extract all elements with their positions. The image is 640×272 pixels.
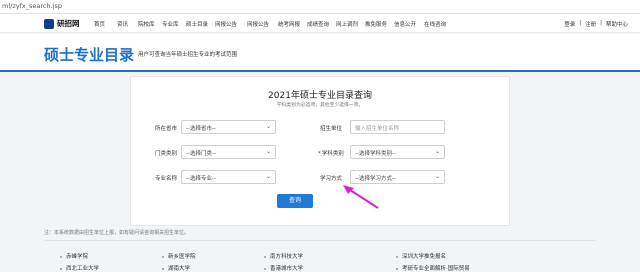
school-name: 南方科技大学 — [270, 254, 304, 260]
top-nav: 研招网 首页 资讯 院校库 专业库 硕士目录 网报公告 网报公告 统考网报 成绩查询 网上调剂 推免… — [0, 14, 640, 33]
nav-item[interactable]: 首页 — [94, 20, 105, 28]
school-name: 赤峰学院 — [66, 254, 89, 260]
site-logo[interactable]: 研招网 — [44, 18, 80, 29]
bullet-icon — [264, 267, 266, 270]
category-select[interactable]: --选择门类-- ⌄ — [181, 145, 276, 159]
unit-input-placeholder: 输入招生单位名称 — [355, 126, 400, 132]
help-center-link[interactable]: 帮助中心 — [606, 20, 628, 28]
nav-item[interactable]: 成绩查询 — [307, 20, 329, 28]
major-select-value: --选择专业-- — [186, 176, 216, 182]
nav-item[interactable]: 网报公告 — [215, 20, 237, 28]
province-label: 所在省市 — [155, 126, 178, 132]
subject-select[interactable]: --选择学科类别-- ⌄ — [350, 145, 445, 159]
study-mode-select[interactable]: --选择学习方式-- ⌄ — [350, 170, 445, 184]
school-name: 考研专业全面解析·国际贸易 — [402, 266, 470, 272]
subject-label: *学科类别 — [318, 151, 344, 157]
url-text: ml/zyfx_search.jsp — [2, 2, 62, 10]
bullet-icon — [396, 267, 398, 270]
school-name: 湖南大学 — [168, 266, 191, 272]
page-header: 硕士专业目录 用户可查询当年硕士招生专业的考试范围 — [0, 34, 640, 72]
category-label: 门类类别 — [155, 151, 178, 157]
chevron-down-icon: ⌄ — [434, 148, 440, 155]
unit-input[interactable]: 输入招生单位名称 — [350, 120, 445, 134]
nav-item[interactable]: 推免服务 — [365, 20, 387, 28]
address-bar[interactable]: ml/zyfx_search.jsp — [0, 0, 640, 14]
school-name: 西北工业大学 — [66, 266, 100, 272]
nav-item[interactable]: 硕士目录 — [186, 20, 208, 28]
page-description: 用户可查询当年硕士招生专业的考试范围 — [138, 52, 238, 58]
school-link[interactable]: 南方科技大学 — [264, 252, 303, 260]
school-name: 深圳大学推免报名 — [402, 254, 447, 260]
bullet-icon — [162, 267, 164, 270]
login-link[interactable]: 登录 — [564, 20, 575, 28]
chevron-down-icon: ⌄ — [265, 173, 271, 180]
school-name: 香港城市大学 — [270, 266, 304, 272]
school-name: 新乡医学院 — [168, 254, 196, 260]
school-link[interactable]: 深圳大学推免报名 — [396, 252, 446, 260]
logo-icon — [44, 18, 54, 29]
bullet-icon — [162, 255, 164, 258]
user-links: 登录 | 注册 | 帮助中心 — [564, 20, 628, 28]
nav-item[interactable]: 在线咨询 — [424, 20, 446, 28]
study-mode-select-value: --选择学习方式-- — [355, 176, 396, 182]
province-select[interactable]: --选择省市-- ⌄ — [181, 120, 276, 134]
logo-text: 研招网 — [57, 19, 80, 28]
register-link[interactable]: 注册 — [585, 20, 596, 28]
category-select-value: --选择门类-- — [186, 151, 216, 157]
panel-hint: 学科类别为必选项，其他至少选择一项。 — [276, 103, 364, 108]
province-select-value: --选择省市-- — [186, 126, 216, 132]
page-title: 硕士专业目录 — [44, 46, 135, 64]
major-label: 专业名称 — [155, 176, 178, 182]
nav-item[interactable]: 院校库 — [138, 20, 155, 28]
bullet-icon — [60, 255, 62, 258]
subject-select-value: --选择学科类别-- — [355, 151, 396, 157]
chevron-down-icon: ⌄ — [265, 148, 271, 155]
panel-title: 2021年硕士专业目录查询 — [268, 91, 372, 101]
chevron-down-icon: ⌄ — [265, 123, 271, 130]
school-link[interactable]: 赤峰学院 — [60, 252, 88, 260]
separator: | — [579, 20, 582, 26]
unit-label: 招生单位 — [320, 126, 343, 132]
disclaimer-note: 注：本系统数据由招生单位上报，如有疑问请咨询相关招生单位。 — [44, 230, 190, 236]
bullet-icon — [396, 255, 398, 258]
nav-item[interactable]: 网报公告 — [247, 20, 269, 28]
study-mode-label: 学习方式 — [320, 176, 343, 182]
major-select[interactable]: --选择专业-- ⌄ — [181, 170, 276, 184]
nav-item[interactable]: 网上调剂 — [336, 20, 358, 28]
chevron-down-icon: ⌄ — [434, 173, 440, 180]
bullet-icon — [60, 267, 62, 270]
bullet-icon — [264, 255, 266, 258]
nav-item[interactable]: 资讯 — [117, 20, 128, 28]
nav-item[interactable]: 统考网报 — [278, 20, 300, 28]
divider — [44, 240, 596, 241]
school-link[interactable]: 新乡医学院 — [162, 252, 196, 260]
search-button[interactable]: 查询 — [277, 194, 313, 208]
separator: | — [600, 20, 602, 26]
nav-item[interactable]: 信息公开 — [394, 20, 416, 28]
required-marker: * — [318, 151, 321, 157]
nav-item[interactable]: 专业库 — [162, 20, 179, 28]
